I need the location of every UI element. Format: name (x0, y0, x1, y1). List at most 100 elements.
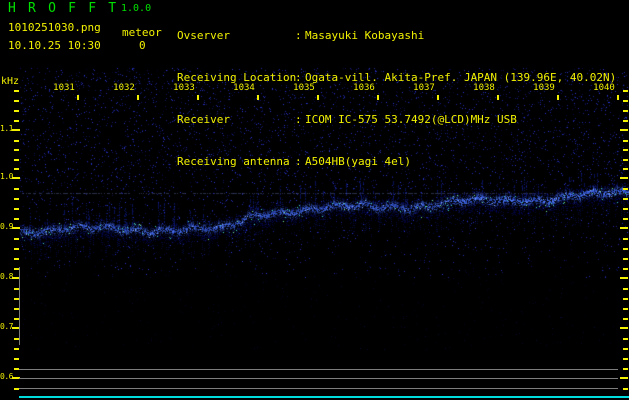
info-separator: : (295, 155, 302, 168)
time-tick-mark (617, 95, 619, 100)
freq-minor-tick-right (623, 348, 628, 350)
freq-minor-tick-right (623, 298, 628, 300)
freq-axis-unit: kHz (1, 76, 20, 87)
freq-minor-tick-right (623, 338, 628, 340)
freq-minor-tick-right (623, 90, 628, 92)
time-tick-label: 1040 (593, 83, 615, 93)
time-tick-mark (257, 95, 259, 100)
freq-minor-tick (14, 218, 19, 220)
info-row-antenna: Receiving antenna: A504HB(yagi 4el) (177, 155, 616, 169)
freq-tick-label: 0.6 (0, 372, 13, 381)
time-tick-label: 1031 (53, 83, 75, 93)
info-value: ICOM IC-575 53.7492(@LCD)MHz USB (305, 113, 517, 126)
freq-minor-tick-right (623, 238, 628, 240)
freq-minor-tick-right (623, 308, 628, 310)
timestamp: 10.10.25 10:30 (8, 39, 101, 52)
freq-minor-tick (14, 159, 19, 161)
time-tick-mark (317, 95, 319, 100)
time-tick-label: 1039 (533, 83, 555, 93)
freq-tick-label: 0.7 (0, 322, 13, 331)
freq-minor-tick-right (623, 188, 628, 190)
info-label: Receiver (177, 113, 230, 126)
level-grid-line (19, 378, 618, 379)
freq-major-tick-right (620, 327, 628, 329)
freq-minor-tick (14, 90, 19, 92)
freq-minor-tick-right (623, 358, 628, 360)
info-label: Ovserver (177, 29, 230, 42)
time-tick-mark (497, 95, 499, 100)
info-value: Masayuki Kobayashi (305, 29, 425, 42)
freq-minor-tick-right (623, 110, 628, 112)
freq-minor-tick (14, 208, 19, 210)
info-separator: : (295, 113, 302, 126)
freq-minor-tick-right (623, 218, 628, 220)
time-tick-label: 1038 (473, 83, 495, 93)
freq-minor-tick-right (623, 258, 628, 260)
info-row-receiver: Receiver: ICOM IC-575 53.7492(@LCD)MHz US… (177, 113, 616, 127)
freq-minor-tick-right (623, 159, 628, 161)
text-overlay: H R O F F T 1.0.0 1010251030.png meteor … (0, 0, 629, 400)
meteor-count: 0 (139, 39, 146, 52)
freq-minor-tick-right (623, 120, 628, 122)
freq-minor-tick-right (623, 140, 628, 142)
station-info: Ovserver: Masayuki Kobayashi Receiving Lo… (177, 1, 616, 197)
freq-minor-tick (14, 149, 19, 151)
time-tick-label: 1036 (353, 83, 375, 93)
time-tick-mark (137, 95, 139, 100)
freq-major-tick-right (620, 177, 628, 179)
time-tick-label: 1032 (113, 83, 135, 93)
freq-major-tick-right (620, 227, 628, 229)
freq-minor-tick-right (623, 288, 628, 290)
freq-minor-tick (14, 358, 19, 360)
freq-major-tick-right (620, 377, 628, 379)
freq-minor-tick (14, 348, 19, 350)
app-version: 1.0.0 (121, 3, 152, 14)
freq-minor-tick (14, 140, 19, 142)
freq-minor-tick-right (623, 100, 628, 102)
freq-minor-tick-right (623, 149, 628, 151)
time-tick-label: 1034 (233, 83, 255, 93)
freq-minor-tick (14, 238, 19, 240)
time-tick-mark (377, 95, 379, 100)
freq-minor-tick (14, 188, 19, 190)
time-tick-mark (437, 95, 439, 100)
signal-level-trace (19, 396, 629, 398)
hrofft-window: H R O F F T 1.0.0 1010251030.png meteor … (0, 0, 629, 400)
freq-minor-tick-right (623, 318, 628, 320)
freq-minor-tick (14, 100, 19, 102)
freq-major-tick (12, 227, 20, 229)
freq-major-tick-right (620, 277, 628, 279)
freq-major-tick (12, 129, 20, 131)
freq-minor-tick (14, 258, 19, 260)
freq-major-tick-right (620, 129, 628, 131)
time-tick-mark (557, 95, 559, 100)
freq-tick-label: 1.0 (0, 172, 13, 181)
freq-minor-tick-right (623, 248, 628, 250)
freq-minor-tick-right (623, 388, 628, 390)
app-title: H R O F F T (8, 1, 119, 16)
freq-minor-tick-right (623, 208, 628, 210)
freq-minor-tick (14, 248, 19, 250)
mode-label: meteor (122, 26, 162, 39)
freq-minor-tick-right (623, 268, 628, 270)
freq-minor-tick-right (623, 368, 628, 370)
plot-left-border (19, 267, 20, 345)
freq-minor-tick-right (623, 168, 628, 170)
freq-minor-tick (14, 110, 19, 112)
freq-major-tick (12, 177, 20, 179)
freq-tick-label: 1.1 (0, 124, 13, 133)
info-label: Receiving antenna (177, 155, 290, 168)
freq-minor-tick (14, 168, 19, 170)
time-tick-mark (77, 95, 79, 100)
info-value: A504HB(yagi 4el) (305, 155, 411, 168)
level-grid-line (19, 369, 618, 370)
time-tick-mark (197, 95, 199, 100)
freq-minor-tick (14, 198, 19, 200)
time-tick-label: 1035 (293, 83, 315, 93)
time-tick-label: 1037 (413, 83, 435, 93)
info-row-observer: Ovserver: Masayuki Kobayashi (177, 29, 616, 43)
info-separator: : (295, 29, 302, 42)
freq-minor-tick (14, 120, 19, 122)
freq-minor-tick-right (623, 198, 628, 200)
freq-tick-label: 0.8 (0, 272, 13, 281)
